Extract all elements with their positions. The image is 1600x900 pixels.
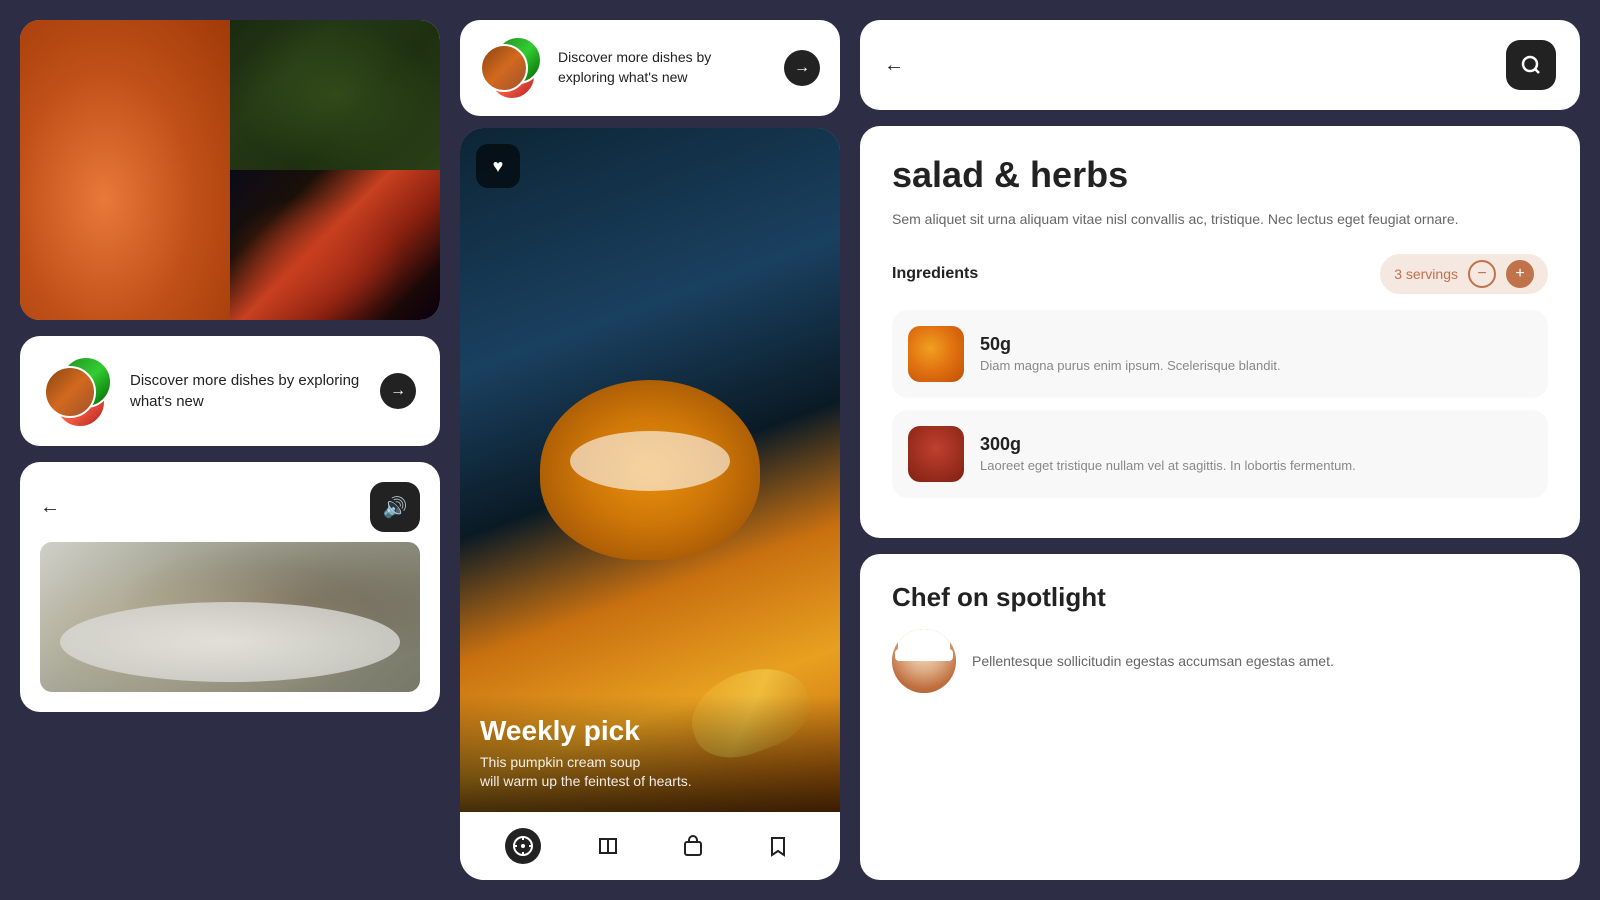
ingredient-item-1: 50g Diam magna purus enim ipsum. Sceleri…	[892, 310, 1548, 398]
right-panel: ← salad & herbs Sem aliquet sit urna ali…	[860, 20, 1580, 880]
center-dish-circle-1	[480, 44, 528, 92]
nav-bookmark[interactable]	[760, 828, 796, 864]
nav-compass[interactable]	[505, 828, 541, 864]
nav-bag[interactable]	[675, 828, 711, 864]
bottom-left-card: ← 🔊	[20, 462, 440, 712]
chef-title: Chef on spotlight	[892, 582, 1548, 613]
weekly-pick-description: This pumpkin cream soupwill warm up the …	[480, 753, 820, 792]
main-recipe-card: ♥ Weekly pick This pumpkin cream soupwil…	[460, 128, 840, 880]
search-card: ←	[860, 20, 1580, 110]
bottom-nav-bar	[460, 812, 840, 880]
recipe-title: salad & herbs	[892, 154, 1548, 196]
orange-fruit-icon	[908, 326, 964, 382]
servings-text: 3 servings	[1394, 266, 1458, 282]
sound-icon: 🔊	[383, 495, 408, 520]
weekly-pick-title: Weekly pick	[480, 715, 820, 747]
back-button-left[interactable]: ←	[40, 496, 60, 519]
center-panel: Discover more dishes by exploring what's…	[460, 20, 840, 880]
discover-arrow-button[interactable]: →	[380, 373, 416, 409]
center-discover-text: Discover more dishes by exploring what's…	[558, 48, 770, 87]
ingredient-details-2: 300g Laoreet eget tristique nullam vel a…	[980, 434, 1356, 475]
soup-cream	[570, 431, 730, 491]
ingredient-amount-2: 300g	[980, 434, 1356, 455]
servings-plus-button[interactable]: +	[1506, 260, 1534, 288]
card-bottom-overlay: Weekly pick This pumpkin cream soupwill …	[460, 695, 840, 812]
food-preview-image	[40, 542, 420, 692]
ingredient-amount-1: 50g	[980, 334, 1281, 355]
food-image-avocado	[230, 20, 440, 170]
ingredients-row: Ingredients 3 servings − +	[892, 254, 1548, 294]
discover-label: Discover more dishes by exploring what's…	[130, 370, 364, 412]
ingredient-icon-orange	[908, 326, 964, 382]
search-button[interactable]	[1506, 40, 1556, 90]
recipe-description: Sem aliquet sit urna aliquam vitae nisl …	[892, 208, 1548, 230]
dish-circle-1	[44, 366, 96, 418]
dish-stack-icon	[44, 356, 114, 426]
center-dish-stack	[480, 36, 544, 100]
chef-card: Chef on spotlight Pellentesque sollicitu…	[860, 554, 1580, 880]
octopus-seafood-icon	[908, 426, 964, 482]
discover-card-left: Discover more dishes by exploring what's…	[20, 336, 440, 446]
soup-image: ♥ Weekly pick This pumpkin cream soupwil…	[460, 128, 840, 812]
ingredient-item-2: 300g Laoreet eget tristique nullam vel a…	[892, 410, 1548, 498]
chef-avatar	[892, 629, 956, 693]
ingredients-label: Ingredients	[892, 265, 978, 283]
left-panel: Discover more dishes by exploring what's…	[20, 20, 440, 880]
soup-bowl	[540, 380, 760, 560]
center-arrow-button[interactable]: →	[784, 50, 820, 86]
center-discover-label: Discover more dishes by exploring what's…	[558, 48, 770, 87]
servings-control: 3 servings − +	[1380, 254, 1548, 294]
ingredient-desc-2: Laoreet eget tristique nullam vel at sag…	[980, 457, 1356, 475]
recipe-card: salad & herbs Sem aliquet sit urna aliqu…	[860, 126, 1580, 538]
nav-book[interactable]	[590, 828, 626, 864]
ingredient-icon-octopus	[908, 426, 964, 482]
ingredient-desc-1: Diam magna purus enim ipsum. Scelerisque…	[980, 357, 1281, 375]
servings-minus-button[interactable]: −	[1468, 260, 1496, 288]
search-back-button[interactable]: ←	[884, 54, 904, 77]
discover-text: Discover more dishes by exploring what's…	[130, 370, 364, 412]
chef-description: Pellentesque sollicitudin egestas accums…	[972, 651, 1334, 672]
sound-button[interactable]: 🔊	[370, 482, 420, 532]
food-grid-card	[20, 20, 440, 320]
discover-card-center: Discover more dishes by exploring what's…	[460, 20, 840, 116]
food-image-carrots	[20, 20, 230, 320]
food-image-pasta	[230, 170, 440, 320]
heart-icon: ♥	[493, 156, 504, 177]
favorite-button[interactable]: ♥	[476, 144, 520, 188]
ingredient-details-1: 50g Diam magna purus enim ipsum. Sceleri…	[980, 334, 1281, 375]
chef-info-row: Pellentesque sollicitudin egestas accums…	[892, 629, 1548, 693]
